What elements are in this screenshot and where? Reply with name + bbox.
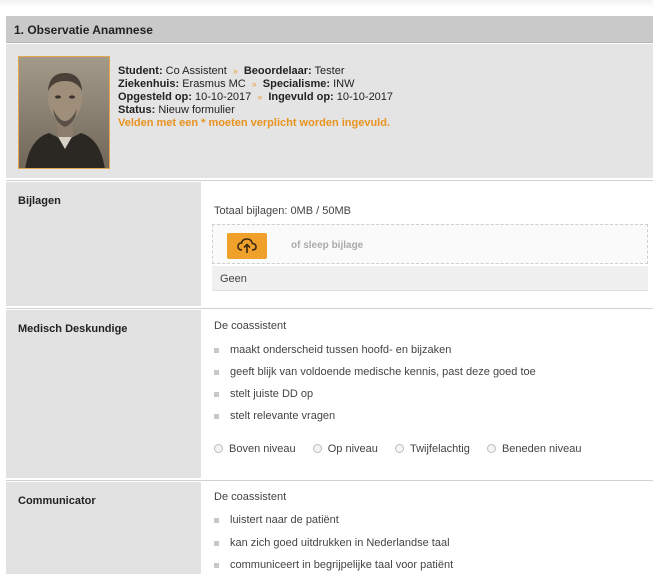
separator-arrow-icon: » [251,79,257,89]
assessor-value: Tester [314,65,345,77]
attachments-none: Geen [220,273,247,285]
filled-label: Ingevuld op: [268,91,334,103]
bullet-icon [214,517,219,523]
radio-circle-icon[interactable] [394,444,404,453]
portrait-image [19,57,109,168]
hospital-value: Erasmus MC [182,78,246,90]
bullet-icon [214,413,219,419]
divider [6,480,653,481]
divider [6,308,653,309]
required-note: Velden met een * moeten verplicht worden… [118,117,391,129]
created-label: Opgesteld op: [118,91,192,103]
attachments-body: Totaal bijlagen: 0MB / 50MB of sleep bij… [203,182,653,306]
attachment-dropzone[interactable]: of sleep bijlage [212,224,648,264]
divider [6,180,653,181]
radio-circle-icon[interactable] [486,444,496,453]
medical-body: De coassistent maakt onderscheid tussen … [203,310,653,478]
communicator-row: Communicator De coassistent luistert naa… [6,482,653,574]
student-value: Co Assistent [165,65,227,77]
radio-twijfelachtig[interactable]: Twijfelachtig [394,443,470,455]
communicator-label-cell: Communicator [6,482,201,574]
info-panel: Student: Co Assistent » Beoordelaar: Teste… [6,44,653,178]
student-label: Student: [118,65,163,77]
attachments-label-cell: Bijlagen [6,182,201,306]
radio-beneden-niveau[interactable]: Beneden niveau [486,443,581,455]
bullet-icon [214,540,219,546]
specialism-label: Specialisme: [262,78,331,90]
medical-row: Medisch Deskundige De coassistent maakt … [6,310,653,478]
list-item: communiceert in begrijpelijke taal voor … [214,559,453,571]
assessor-label: Beoordelaar: [243,65,312,77]
cloud-upload-icon [237,238,257,253]
hospital-label: Ziekenhuis: [118,78,180,90]
top-strip [0,0,653,8]
bullet-icon [214,391,219,397]
upload-button[interactable] [227,233,267,259]
bullet-icon [214,562,219,568]
radio-circle-icon[interactable] [312,444,322,453]
status-value: Nieuw formulier [158,104,235,116]
section-title: 1. Observatie Anamnese [14,23,153,37]
info-text: Student: Co Assistent » Beoordelaar: Teste… [118,65,393,130]
medical-label: Medisch Deskundige [18,323,128,335]
communicator-intro: De coassistent [214,491,287,503]
specialism-value: INW [333,78,355,90]
attachments-label: Bijlagen [18,195,61,207]
list-item: stelt juiste DD op [214,388,313,400]
section-header: 1. Observatie Anamnese [6,16,653,43]
radio-op-niveau[interactable]: Op niveau [312,443,378,455]
status-label: Status: [118,104,156,116]
drop-hint: of sleep bijlage [291,240,364,251]
list-item: maakt onderscheid tussen hoofd- en bijza… [214,344,451,356]
medical-label-cell: Medisch Deskundige [6,310,201,478]
communicator-body: De coassistent luistert naar de patiënt … [203,482,653,574]
created-value: 10-10-2017 [195,91,252,103]
medical-rating: Boven niveau Op niveau Twijfelachtig Ben… [214,443,595,455]
bullet-icon [214,369,219,375]
list-item: luistert naar de patiënt [214,514,339,526]
attachments-row: Bijlagen Totaal bijlagen: 0MB / 50MB of … [6,182,653,306]
list-item: stelt relevante vragen [214,410,335,422]
list-item: geeft blijk van voldoende medische kenni… [214,366,536,378]
attachments-total: Totaal bijlagen: 0MB / 50MB [214,205,351,217]
evaluation-form: 1. Observatie Anamnese Student: Co Assis… [0,0,653,574]
list-item: kan zich goed uitdrukken in Nederlandse … [214,537,450,549]
filled-value: 10-10-2017 [336,91,394,103]
radio-boven-niveau[interactable]: Boven niveau [214,443,296,455]
bullet-icon [214,347,219,353]
separator-arrow-icon: » [232,66,238,76]
medical-intro: De coassistent [214,320,287,332]
attachments-list: Geen [212,266,648,291]
communicator-label: Communicator [18,495,96,507]
radio-circle-icon[interactable] [214,444,223,453]
student-photo [18,56,110,169]
separator-arrow-icon: » [257,92,263,102]
